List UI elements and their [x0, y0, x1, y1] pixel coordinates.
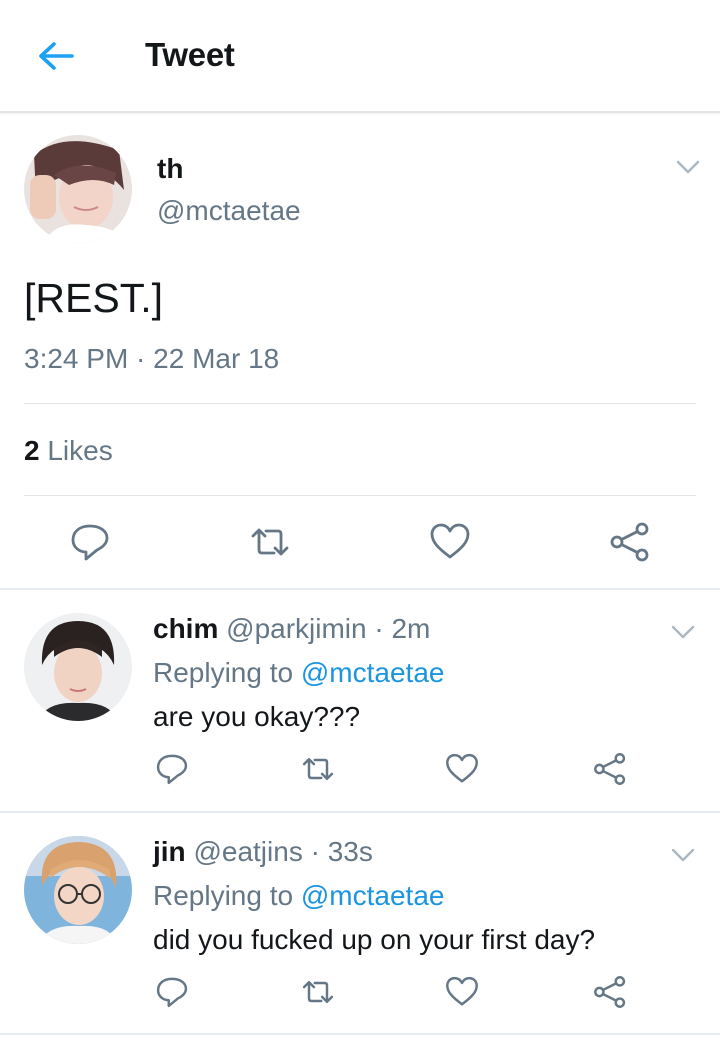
reply-tweet[interactable]: jin @eatjins · 33s Replying to @mctaetae… — [0, 813, 720, 1033]
share-button[interactable] — [592, 751, 628, 787]
divider — [24, 495, 696, 496]
avatar-photo — [24, 613, 132, 721]
share-button[interactable] — [592, 974, 628, 1010]
reply-header: chim @parkjimin · 2m — [153, 613, 430, 645]
like-button[interactable] — [444, 751, 480, 787]
likes-label: Likes — [47, 435, 113, 466]
chevron-down-icon — [676, 160, 700, 174]
likes-count[interactable]: 2 Likes — [24, 435, 113, 467]
author-handle[interactable]: @mctaetae — [157, 195, 301, 227]
tweet-options-button[interactable] — [670, 846, 696, 864]
reply-time: 33s — [327, 836, 373, 867]
reply-author-name[interactable]: jin — [153, 836, 186, 867]
reply-header: jin @eatjins · 33s — [153, 836, 373, 868]
tweet-actions — [0, 520, 720, 570]
avatar[interactable] — [24, 613, 132, 721]
share-icon — [594, 753, 626, 785]
heart-icon — [446, 753, 478, 783]
mention-link[interactable]: @mctaetae — [301, 657, 445, 688]
dot-separator: · — [366, 613, 392, 644]
retweet-icon — [251, 528, 289, 556]
reply-icon — [71, 524, 109, 561]
page-title: Tweet — [145, 36, 235, 73]
reply-author-handle[interactable]: @eatjins — [193, 836, 302, 867]
replying-to: Replying to @mctaetae — [153, 880, 444, 912]
dot-separator: · — [302, 836, 328, 867]
avatar-photo — [24, 836, 132, 944]
arrow-left-icon — [39, 42, 74, 70]
reply-button[interactable] — [68, 520, 112, 564]
reply-time: 2m — [391, 613, 431, 644]
replying-prefix: Replying to — [153, 880, 301, 911]
tweet-options-button[interactable] — [675, 158, 701, 176]
reply-button[interactable] — [154, 974, 190, 1010]
replying-prefix: Replying to — [153, 657, 301, 688]
like-button[interactable] — [428, 520, 472, 564]
reply-author-name[interactable]: chim — [153, 613, 218, 644]
chevron-down-icon — [671, 848, 695, 862]
heart-icon — [430, 523, 470, 559]
author-name[interactable]: th — [157, 153, 183, 185]
divider — [0, 1033, 720, 1035]
tweet-options-button[interactable] — [670, 623, 696, 641]
divider — [24, 403, 696, 404]
avatar[interactable] — [24, 836, 132, 944]
retweet-button[interactable] — [248, 520, 292, 564]
retweet-button[interactable] — [300, 751, 336, 787]
avatar[interactable] — [24, 135, 132, 243]
retweet-icon — [302, 757, 334, 781]
mention-link[interactable]: @mctaetae — [301, 880, 445, 911]
reply-author-handle[interactable]: @parkjimin — [226, 613, 366, 644]
share-icon — [594, 976, 626, 1008]
reply-button[interactable] — [154, 751, 190, 787]
back-button[interactable] — [34, 36, 78, 76]
heart-icon — [446, 976, 478, 1006]
reply-text: are you okay??? — [153, 701, 361, 732]
reply-text: did you fucked up on your first day? — [153, 924, 596, 955]
tweet-text: [REST.] — [24, 275, 163, 321]
retweet-icon — [302, 980, 334, 1004]
avatar-photo — [24, 135, 132, 243]
like-button[interactable] — [444, 974, 480, 1010]
top-app-bar: Tweet — [0, 0, 720, 113]
reply-icon — [156, 977, 188, 1008]
share-icon — [610, 522, 649, 562]
likes-number: 2 — [24, 435, 40, 466]
chevron-down-icon — [671, 625, 695, 639]
tweet-timestamp: 3:24 PM · 22 Mar 18 — [24, 343, 280, 374]
replying-to: Replying to @mctaetae — [153, 657, 444, 689]
retweet-button[interactable] — [300, 974, 336, 1010]
reply-tweet[interactable]: chim @parkjimin · 2m Replying to @mctaet… — [0, 590, 720, 810]
reply-icon — [156, 754, 188, 785]
share-button[interactable] — [608, 520, 652, 564]
